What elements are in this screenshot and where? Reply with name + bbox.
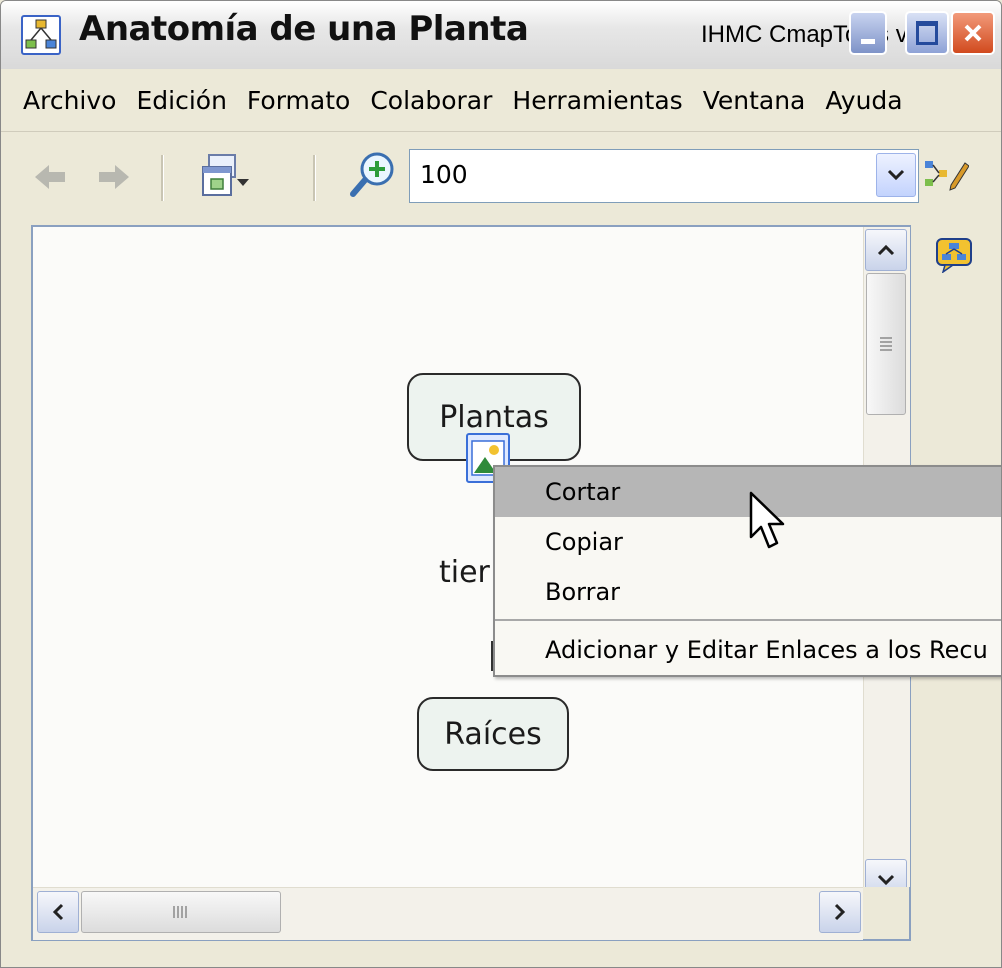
scroll-left-button[interactable] bbox=[37, 891, 79, 933]
maximize-button[interactable] bbox=[905, 11, 949, 55]
zoom-value: 100 bbox=[420, 160, 468, 189]
mouse-pointer-icon bbox=[749, 491, 785, 549]
chevron-left-icon bbox=[52, 903, 64, 921]
view-mode-icon[interactable] bbox=[199, 153, 251, 201]
chevron-right-icon bbox=[834, 903, 846, 921]
zoom-dropdown-button[interactable] bbox=[876, 153, 916, 197]
scroll-up-button[interactable] bbox=[865, 229, 907, 271]
vertical-scroll-thumb[interactable] bbox=[866, 273, 906, 415]
toolbar-separator bbox=[161, 155, 164, 201]
menu-colaborar[interactable]: Colaborar bbox=[360, 86, 502, 115]
chevron-up-icon bbox=[877, 244, 895, 256]
chevron-down-icon bbox=[887, 169, 905, 181]
zoom-in-icon[interactable] bbox=[347, 149, 401, 201]
menu-ayuda[interactable]: Ayuda bbox=[815, 86, 912, 115]
minimize-button[interactable] bbox=[849, 11, 887, 55]
close-button[interactable] bbox=[951, 11, 995, 55]
menu-bar: Archivo Edición Formato Colaborar Herram… bbox=[1, 69, 1001, 132]
context-menu: Cortar Copiar Borrar Adicionar y Editar … bbox=[493, 465, 1001, 677]
menu-ventana[interactable]: Ventana bbox=[693, 86, 816, 115]
chevron-down-icon bbox=[877, 874, 895, 886]
concept-map-icon bbox=[21, 15, 61, 55]
back-arrow-icon[interactable] bbox=[31, 161, 71, 193]
scrollbar-corner bbox=[863, 887, 909, 939]
window-title: Anatomía de una Planta bbox=[79, 9, 529, 49]
zoom-combobox[interactable]: 100 bbox=[409, 149, 919, 203]
menu-herramientas[interactable]: Herramientas bbox=[502, 86, 692, 115]
link-phrase[interactable]: tier bbox=[439, 555, 490, 590]
toolbar-separator bbox=[313, 155, 316, 201]
menu-edicion[interactable]: Edición bbox=[126, 86, 236, 115]
menu-archivo[interactable]: Archivo bbox=[1, 86, 126, 115]
close-icon bbox=[964, 24, 982, 42]
menu-formato[interactable]: Formato bbox=[237, 86, 360, 115]
collaboration-icon[interactable] bbox=[935, 237, 973, 273]
maximize-icon bbox=[916, 21, 938, 45]
title-bar[interactable]: Anatomía de una Planta IHMC CmapTools v4 bbox=[1, 1, 1001, 70]
horizontal-scroll-thumb[interactable] bbox=[81, 891, 281, 933]
menu-item-adicionar-enlaces[interactable]: Adicionar y Editar Enlaces a los Recu bbox=[495, 625, 1001, 675]
forward-arrow-icon[interactable] bbox=[93, 161, 133, 193]
layout-tool-icon[interactable] bbox=[923, 157, 969, 191]
minimize-icon bbox=[861, 38, 875, 44]
menu-separator bbox=[495, 619, 1001, 621]
window-subtitle: IHMC CmapTools v4 bbox=[701, 21, 922, 48]
menu-item-borrar[interactable]: Borrar bbox=[495, 567, 1001, 617]
scroll-right-button[interactable] bbox=[819, 891, 861, 933]
app-window: Anatomía de una Planta IHMC CmapTools v4… bbox=[0, 0, 1002, 968]
concept-node-raices[interactable]: Raíces bbox=[417, 697, 569, 771]
